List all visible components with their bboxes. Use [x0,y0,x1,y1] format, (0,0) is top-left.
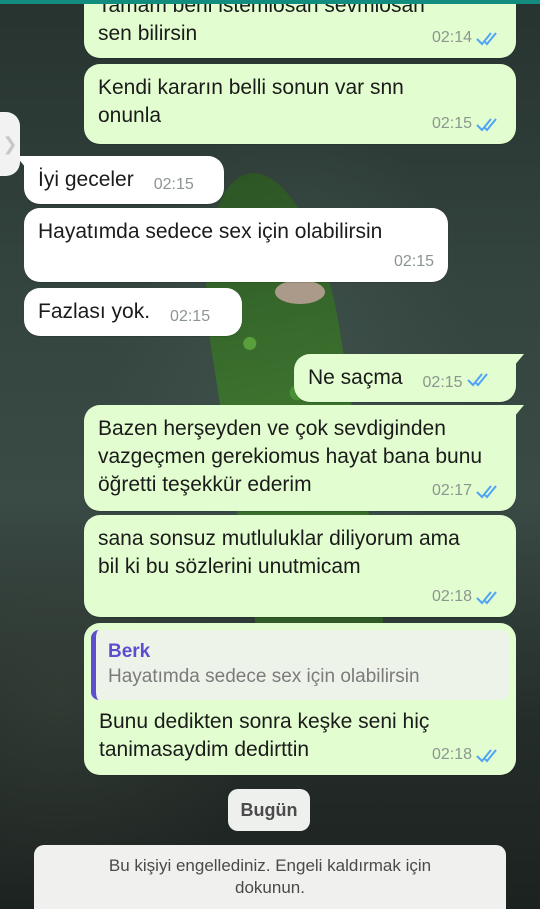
message-meta: 02:18 [432,583,502,611]
message-incoming[interactable]: Fazlası yok. 02:15 [24,288,242,336]
wallpaper-detail [275,280,325,304]
message-text: Ne saçma [308,366,403,389]
message-time: 02:15 [422,374,463,391]
message-outgoing[interactable]: sana sonsuz mutluluklar diliyorum ama bi… [84,515,516,617]
message-text: sana sonsuz mutluluklar diliyorum ama bi… [98,527,460,578]
message-text: Bunu dedikten sonra keşke seni hiç tanim… [99,710,430,761]
message-text: Hayatımda sedece sex için olabilirsin [38,220,383,243]
message-text: Tamam beni istemiosan sevmiosan sen bili… [98,0,425,45]
read-receipt-icon [476,30,502,46]
message-meta: 02:15 [394,248,434,276]
read-receipt-icon [476,589,502,605]
message-incoming[interactable]: Hayatımda sedece sex için olabilirsin 02… [24,208,448,282]
status-accent-bar [0,0,540,4]
message-time: 02:18 [431,746,472,763]
message-incoming[interactable]: İyi geceler 02:15 [16,156,224,204]
message-text: Fazlası yok. [38,300,151,323]
message-outgoing[interactable]: Tamam beni istemiosan sevmiosan sen bili… [84,0,516,58]
message-outgoing[interactable]: Kendi kararın belli sonun var snn onunla… [84,64,516,144]
message-meta: 02:18 [432,741,502,769]
message-meta: 02:17 [432,477,502,505]
chevron-right-icon: ❯ [2,133,18,154]
read-receipt-icon [476,483,502,499]
message-meta: 02:15 [432,110,502,138]
message-time: 02:18 [431,588,472,605]
quoted-text: Hayatımda sedece sex için olabilirsin [108,666,420,687]
message-time: 02:17 [431,482,472,499]
quoted-message[interactable]: Berk Hayatımda sedece sex için olabilirs… [91,630,509,700]
message-time: 02:15 [393,253,434,270]
message-text: Kendi kararın belli sonun var snn onunla [98,76,404,127]
message-time: 02:15 [153,176,194,193]
read-receipt-icon [466,371,493,387]
message-meta: 02:14 [432,24,502,52]
date-chip: Bugün [228,789,310,831]
message-outgoing-reply[interactable]: Berk Hayatımda sedece sex için olabilirs… [84,623,516,775]
message-text: İyi geceler [38,168,134,191]
message-outgoing[interactable]: Ne saçma 02:15 [294,354,524,402]
message-outgoing[interactable]: Bazen herşeyden ve çok sevdiginden vazge… [84,405,524,511]
message-time: 02:14 [431,29,472,46]
message-time: 02:15 [431,115,472,132]
quoted-author: Berk [108,641,151,662]
blocked-contact-banner[interactable]: Bu kişiyi engellediniz. Engeli kaldırmak… [34,845,506,909]
side-panel-handle[interactable]: ❯ [0,112,20,176]
read-receipt-icon [476,747,502,763]
read-receipt-icon [476,116,502,132]
message-time: 02:15 [170,308,211,325]
